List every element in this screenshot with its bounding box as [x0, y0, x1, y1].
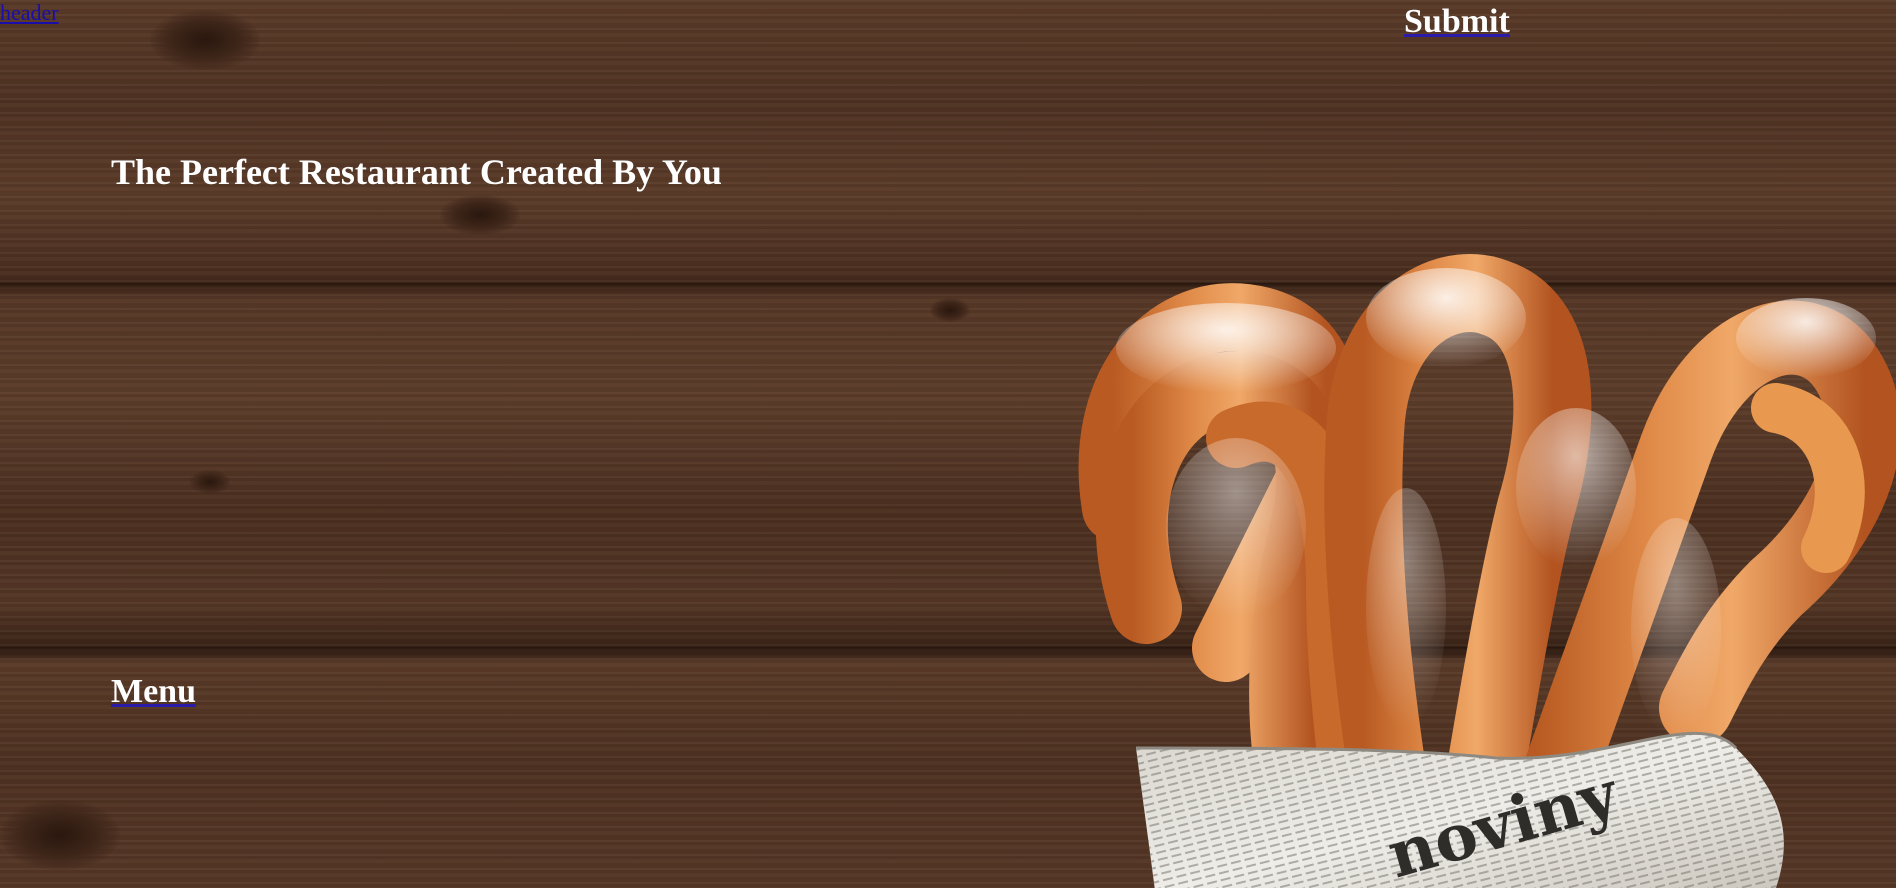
wood-knot	[930, 298, 970, 322]
wood-knot	[0, 800, 120, 870]
wood-knot	[440, 195, 520, 235]
submit-link[interactable]: Submit	[1404, 2, 1510, 42]
hero-title: The Perfect Restaurant Created By You	[111, 152, 722, 192]
wood-knot	[190, 470, 230, 494]
header-link[interactable]: header	[0, 0, 59, 26]
menu-link[interactable]: Menu	[111, 672, 196, 712]
churros-image: noviny	[1078, 254, 1896, 888]
wood-knot	[150, 10, 260, 70]
